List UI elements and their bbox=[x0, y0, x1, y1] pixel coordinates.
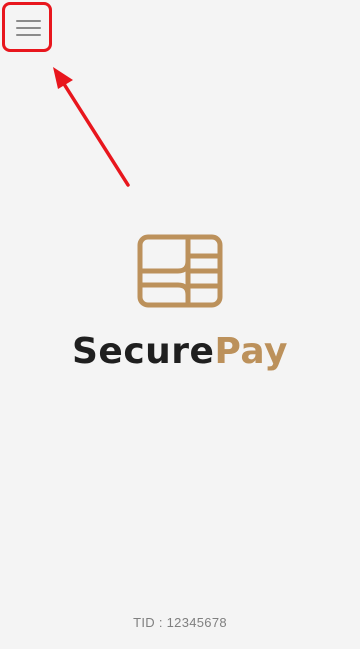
card-chip-icon bbox=[137, 234, 223, 308]
menu-button[interactable] bbox=[2, 2, 52, 52]
annotation-arrow-head bbox=[53, 67, 73, 89]
annotation-arrow bbox=[53, 67, 130, 187]
annotation-arrow-line bbox=[62, 82, 130, 187]
brand-name-part-2: Pay bbox=[214, 331, 289, 372]
terminal-id: TID : 12345678 bbox=[133, 615, 227, 630]
brand-name-part-1: Secure bbox=[71, 331, 215, 372]
brand-name: SecurePay bbox=[0, 328, 360, 376]
hamburger-menu-icon bbox=[16, 20, 41, 36]
